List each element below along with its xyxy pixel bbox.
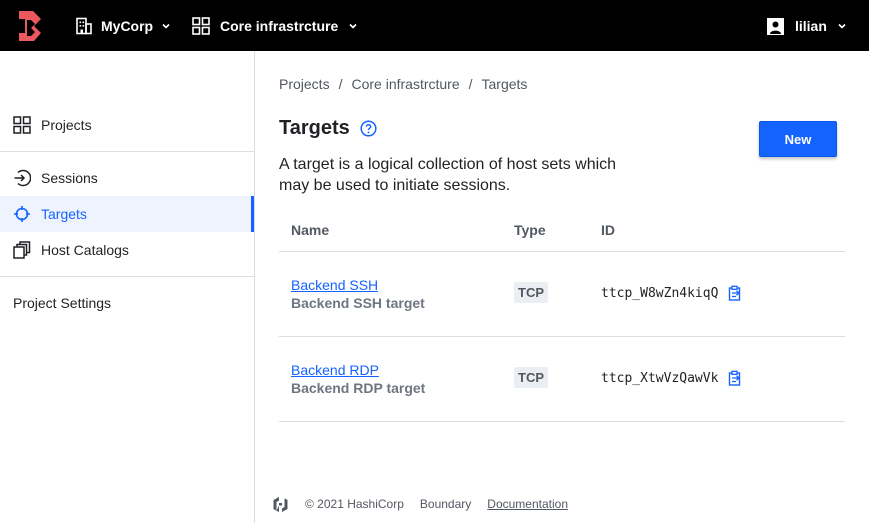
chevron-down-icon <box>162 23 170 29</box>
boundary-logo-icon[interactable] <box>17 11 43 41</box>
building-icon <box>76 17 92 35</box>
target-name-link[interactable]: Backend SSH <box>291 277 425 294</box>
table-row: Backend RDP Backend RDP target TCP ttcp_… <box>279 337 845 422</box>
column-header-type: Type <box>514 222 546 238</box>
sidebar-divider <box>0 151 254 152</box>
target-name-cell: Backend RDP Backend RDP target <box>291 362 425 398</box>
sidebar-divider <box>0 276 254 277</box>
footer-product: Boundary <box>419 497 472 511</box>
footer-documentation-link[interactable]: Documentation <box>487 497 568 511</box>
page-description: A target is a logical collection of host… <box>279 156 617 194</box>
new-target-button[interactable]: New <box>759 121 837 157</box>
target-description: Backend RDP target <box>291 380 426 396</box>
breadcrumb: Projects / Core infrastrcture / Targets <box>279 76 527 92</box>
type-badge: TCP <box>514 367 548 388</box>
sidebar-item-projects[interactable]: Projects <box>0 107 254 143</box>
page-title: Targets <box>279 117 350 139</box>
sidebar-item-label: Targets <box>41 206 87 222</box>
clipboard-copy-icon[interactable] <box>727 285 743 301</box>
type-badge: TCP <box>514 282 548 303</box>
sidebar-item-project-settings[interactable]: Project Settings <box>0 285 254 321</box>
targets-table: Name Type ID Backend SSH Backend SSH tar… <box>279 212 845 422</box>
user-icon <box>767 17 784 35</box>
target-description: Backend SSH target <box>291 295 425 311</box>
chevron-down-icon <box>838 23 846 29</box>
sidebar-item-targets[interactable]: Targets <box>0 196 254 232</box>
target-name-cell: Backend SSH Backend SSH target <box>291 277 425 313</box>
table-header: Name Type ID <box>279 212 845 252</box>
target-id-cell: ttcp_XtwVzQawVk <box>601 370 743 386</box>
sidebar-item-sessions[interactable]: Sessions <box>0 160 254 196</box>
hashicorp-logo-icon <box>273 496 288 512</box>
project-selector[interactable]: Core infrastrcture <box>192 16 358 36</box>
sidebar-item-label: Host Catalogs <box>41 242 129 258</box>
breadcrumb-separator: / <box>338 76 343 92</box>
column-header-id: ID <box>601 222 615 238</box>
sidebar-item-label: Projects <box>41 117 92 133</box>
target-id: ttcp_W8wZn4kiqQ <box>601 285 719 301</box>
breadcrumb-separator: / <box>468 76 473 92</box>
user-name: lilian <box>795 18 827 34</box>
grid-icon <box>13 116 31 134</box>
footer: © 2021 HashiCorp Boundary Documentation <box>272 494 568 514</box>
chevron-down-icon <box>349 23 357 29</box>
sidebar-item-label: Sessions <box>41 170 98 186</box>
footer-copyright: © 2021 HashiCorp <box>305 497 404 511</box>
target-id: ttcp_XtwVzQawVk <box>601 370 719 386</box>
clipboard-copy-icon[interactable] <box>727 370 743 386</box>
enter-icon <box>13 169 31 187</box>
breadcrumb-project[interactable]: Core infrastrcture <box>351 76 459 92</box>
top-navigation-bar: MyCorp Core infrastrcture lilian <box>0 0 869 51</box>
target-name-link[interactable]: Backend RDP <box>291 362 425 379</box>
sidebar-item-label: Project Settings <box>13 295 112 311</box>
stack-icon <box>13 241 31 259</box>
main-content: Projects / Core infrastrcture / Targets … <box>255 51 869 523</box>
target-id-cell: ttcp_W8wZn4kiqQ <box>601 285 743 301</box>
table-row: Backend SSH Backend SSH target TCP ttcp_… <box>279 252 845 337</box>
org-selector[interactable]: MyCorp <box>75 16 171 36</box>
sidebar-item-host-catalogs[interactable]: Host Catalogs <box>0 232 254 268</box>
sidebar: Projects Sessions Targets Host Catalogs … <box>0 51 255 523</box>
column-header-name: Name <box>291 222 330 238</box>
user-menu[interactable]: lilian <box>766 16 847 36</box>
grid-icon <box>192 17 210 35</box>
breadcrumb-current: Targets <box>481 76 528 92</box>
breadcrumb-projects[interactable]: Projects <box>279 76 330 92</box>
page-header: Targets <box>279 117 377 140</box>
crosshair-icon <box>13 205 31 223</box>
org-name: MyCorp <box>101 18 154 34</box>
help-icon[interactable] <box>360 120 377 137</box>
project-name: Core infrastrcture <box>220 18 339 34</box>
